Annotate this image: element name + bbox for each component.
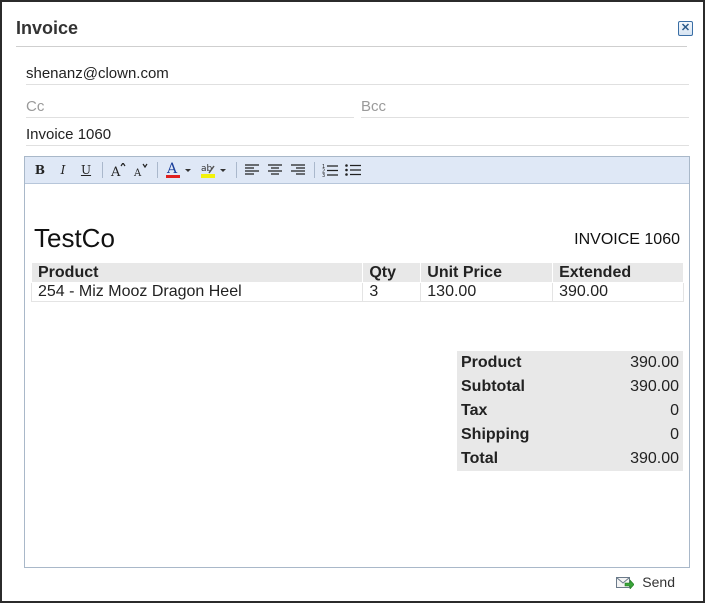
totals-row: Total 390.00 <box>457 447 683 471</box>
totals-label: Tax <box>461 402 488 419</box>
qty-cell: 3 <box>362 282 422 302</box>
dialog-title: Invoice <box>16 18 79 38</box>
bold-glyph: B <box>34 163 46 177</box>
close-icon[interactable]: ✕ <box>678 21 693 36</box>
company-name: TestCo <box>34 223 115 253</box>
totals-value: 390.00 <box>630 378 679 395</box>
unordered-list-icon[interactable] <box>342 159 364 181</box>
totals-row: Product 390.00 <box>457 351 683 375</box>
ordered-list-icon[interactable]: 123 <box>319 159 341 181</box>
send-icon <box>616 577 635 589</box>
to-field[interactable] <box>26 65 689 85</box>
toolbar-separator <box>314 162 315 178</box>
bcc-field[interactable] <box>361 98 689 118</box>
align-right-icon[interactable] <box>287 159 309 181</box>
toolbar-separator <box>157 162 158 178</box>
italic-glyph: I <box>60 163 66 177</box>
cc-field[interactable] <box>26 98 354 118</box>
totals-label: Product <box>461 354 522 371</box>
font-color-icon[interactable]: A <box>162 159 196 181</box>
toolbar-separator <box>102 162 103 178</box>
extended-cell: 390.00 <box>552 282 684 302</box>
dialog-title-bar: Invoice ✕ <box>16 10 693 47</box>
column-header: Qty <box>362 262 422 283</box>
totals-value: 0 <box>670 402 679 419</box>
totals-row: Tax 0 <box>457 399 683 423</box>
totals-row: Subtotal 390.00 <box>457 375 683 399</box>
totals-value: 390.00 <box>630 354 679 371</box>
underline-glyph: U <box>80 163 92 177</box>
shrink-font-icon[interactable]: A <box>130 159 152 181</box>
column-header: Unit Price <box>420 262 554 283</box>
grow-font-icon[interactable]: A <box>107 159 129 181</box>
table-header-row: Product Qty Unit Price Extended <box>30 262 684 283</box>
totals-label: Total <box>461 450 499 467</box>
product-cell: 254 - Miz Mooz Dragon Heel <box>30 282 364 302</box>
line-items-table: Product Qty Unit Price Extended 254 - Mi… <box>30 262 684 302</box>
svg-text:3: 3 <box>322 173 325 177</box>
svg-text:A: A <box>166 161 178 177</box>
editor-toolbar: B I U A A A ab 1 2 3 <box>25 157 689 184</box>
italic-icon[interactable]: I <box>52 159 74 181</box>
svg-text:A: A <box>110 165 121 177</box>
totals-label: Subtotal <box>461 378 525 395</box>
column-header: Extended <box>552 262 684 283</box>
svg-text:ab: ab <box>201 164 213 174</box>
send-label: Send <box>642 574 675 590</box>
totals-row: Shipping 0 <box>457 423 683 447</box>
totals-label: Shipping <box>461 426 530 443</box>
totals-value: 0 <box>670 426 679 443</box>
subject-field[interactable] <box>26 126 689 146</box>
html-editor[interactable]: B I U A A A ab 1 2 3 TestCo INVOICE 1060… <box>24 156 690 568</box>
unit-price-cell: 130.00 <box>420 282 554 302</box>
highlight-icon[interactable]: ab <box>197 159 231 181</box>
align-left-icon[interactable] <box>241 159 263 181</box>
underline-icon[interactable]: U <box>75 159 97 181</box>
bold-icon[interactable]: B <box>29 159 51 181</box>
invoice-number: INVOICE 1060 <box>574 231 680 248</box>
subject-input[interactable] <box>26 126 689 143</box>
align-center-icon[interactable] <box>264 159 286 181</box>
bcc-input[interactable] <box>361 98 689 115</box>
cc-input[interactable] <box>26 98 354 115</box>
table-row: 254 - Miz Mooz Dragon Heel 3 130.00 390.… <box>30 282 684 302</box>
invoice-dialog: Invoice ✕ B I U A A A ab <box>0 0 705 603</box>
totals-table: Product 390.00 Subtotal 390.00 Tax 0 Shi… <box>457 351 683 471</box>
totals-value: 390.00 <box>630 450 679 467</box>
column-header: Product <box>30 262 364 283</box>
send-button[interactable]: Send <box>616 574 675 590</box>
toolbar-separator <box>236 162 237 178</box>
to-input[interactable] <box>26 65 689 82</box>
svg-text:A: A <box>133 168 142 177</box>
